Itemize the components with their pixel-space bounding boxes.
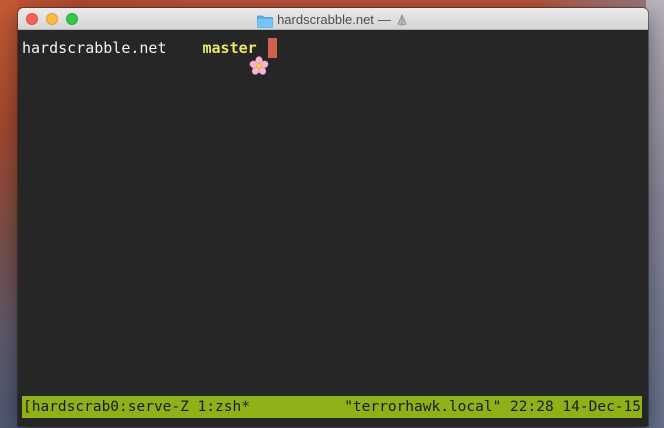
title-separator: — [377, 11, 391, 27]
shell-prompt: hardscrabble.net master [22, 37, 277, 75]
folder-icon[interactable] [257, 13, 273, 28]
status-right: "terrorhawk.local" 22:28 14-Dec-15 [344, 399, 641, 415]
window-title-group: hardscrabble.net — [18, 8, 648, 30]
wallpaper-right-edge [646, 0, 664, 428]
window-titlebar[interactable]: hardscrabble.net — [18, 8, 648, 30]
terminal-window: hardscrabble.net — hardscrabble.net mast… [18, 8, 648, 426]
status-left: [hardscrab0:serve-Z 1:zsh* [23, 399, 250, 415]
terminal-cursor [267, 38, 277, 58]
terminal-content[interactable]: hardscrabble.net master [hardscrab0:serv [18, 30, 648, 426]
window-title: hardscrabble.net [277, 11, 374, 27]
shell-icon [395, 12, 409, 26]
prompt-directory: hardscrabble.net [22, 39, 167, 57]
wallpaper-left-edge [0, 0, 18, 428]
cherry-blossom-icon [177, 38, 269, 75]
prompt-git-branch: master [202, 39, 257, 57]
tmux-status-bar: [hardscrab0:serve-Z 1:zsh* "terrorhawk.l… [22, 396, 642, 418]
